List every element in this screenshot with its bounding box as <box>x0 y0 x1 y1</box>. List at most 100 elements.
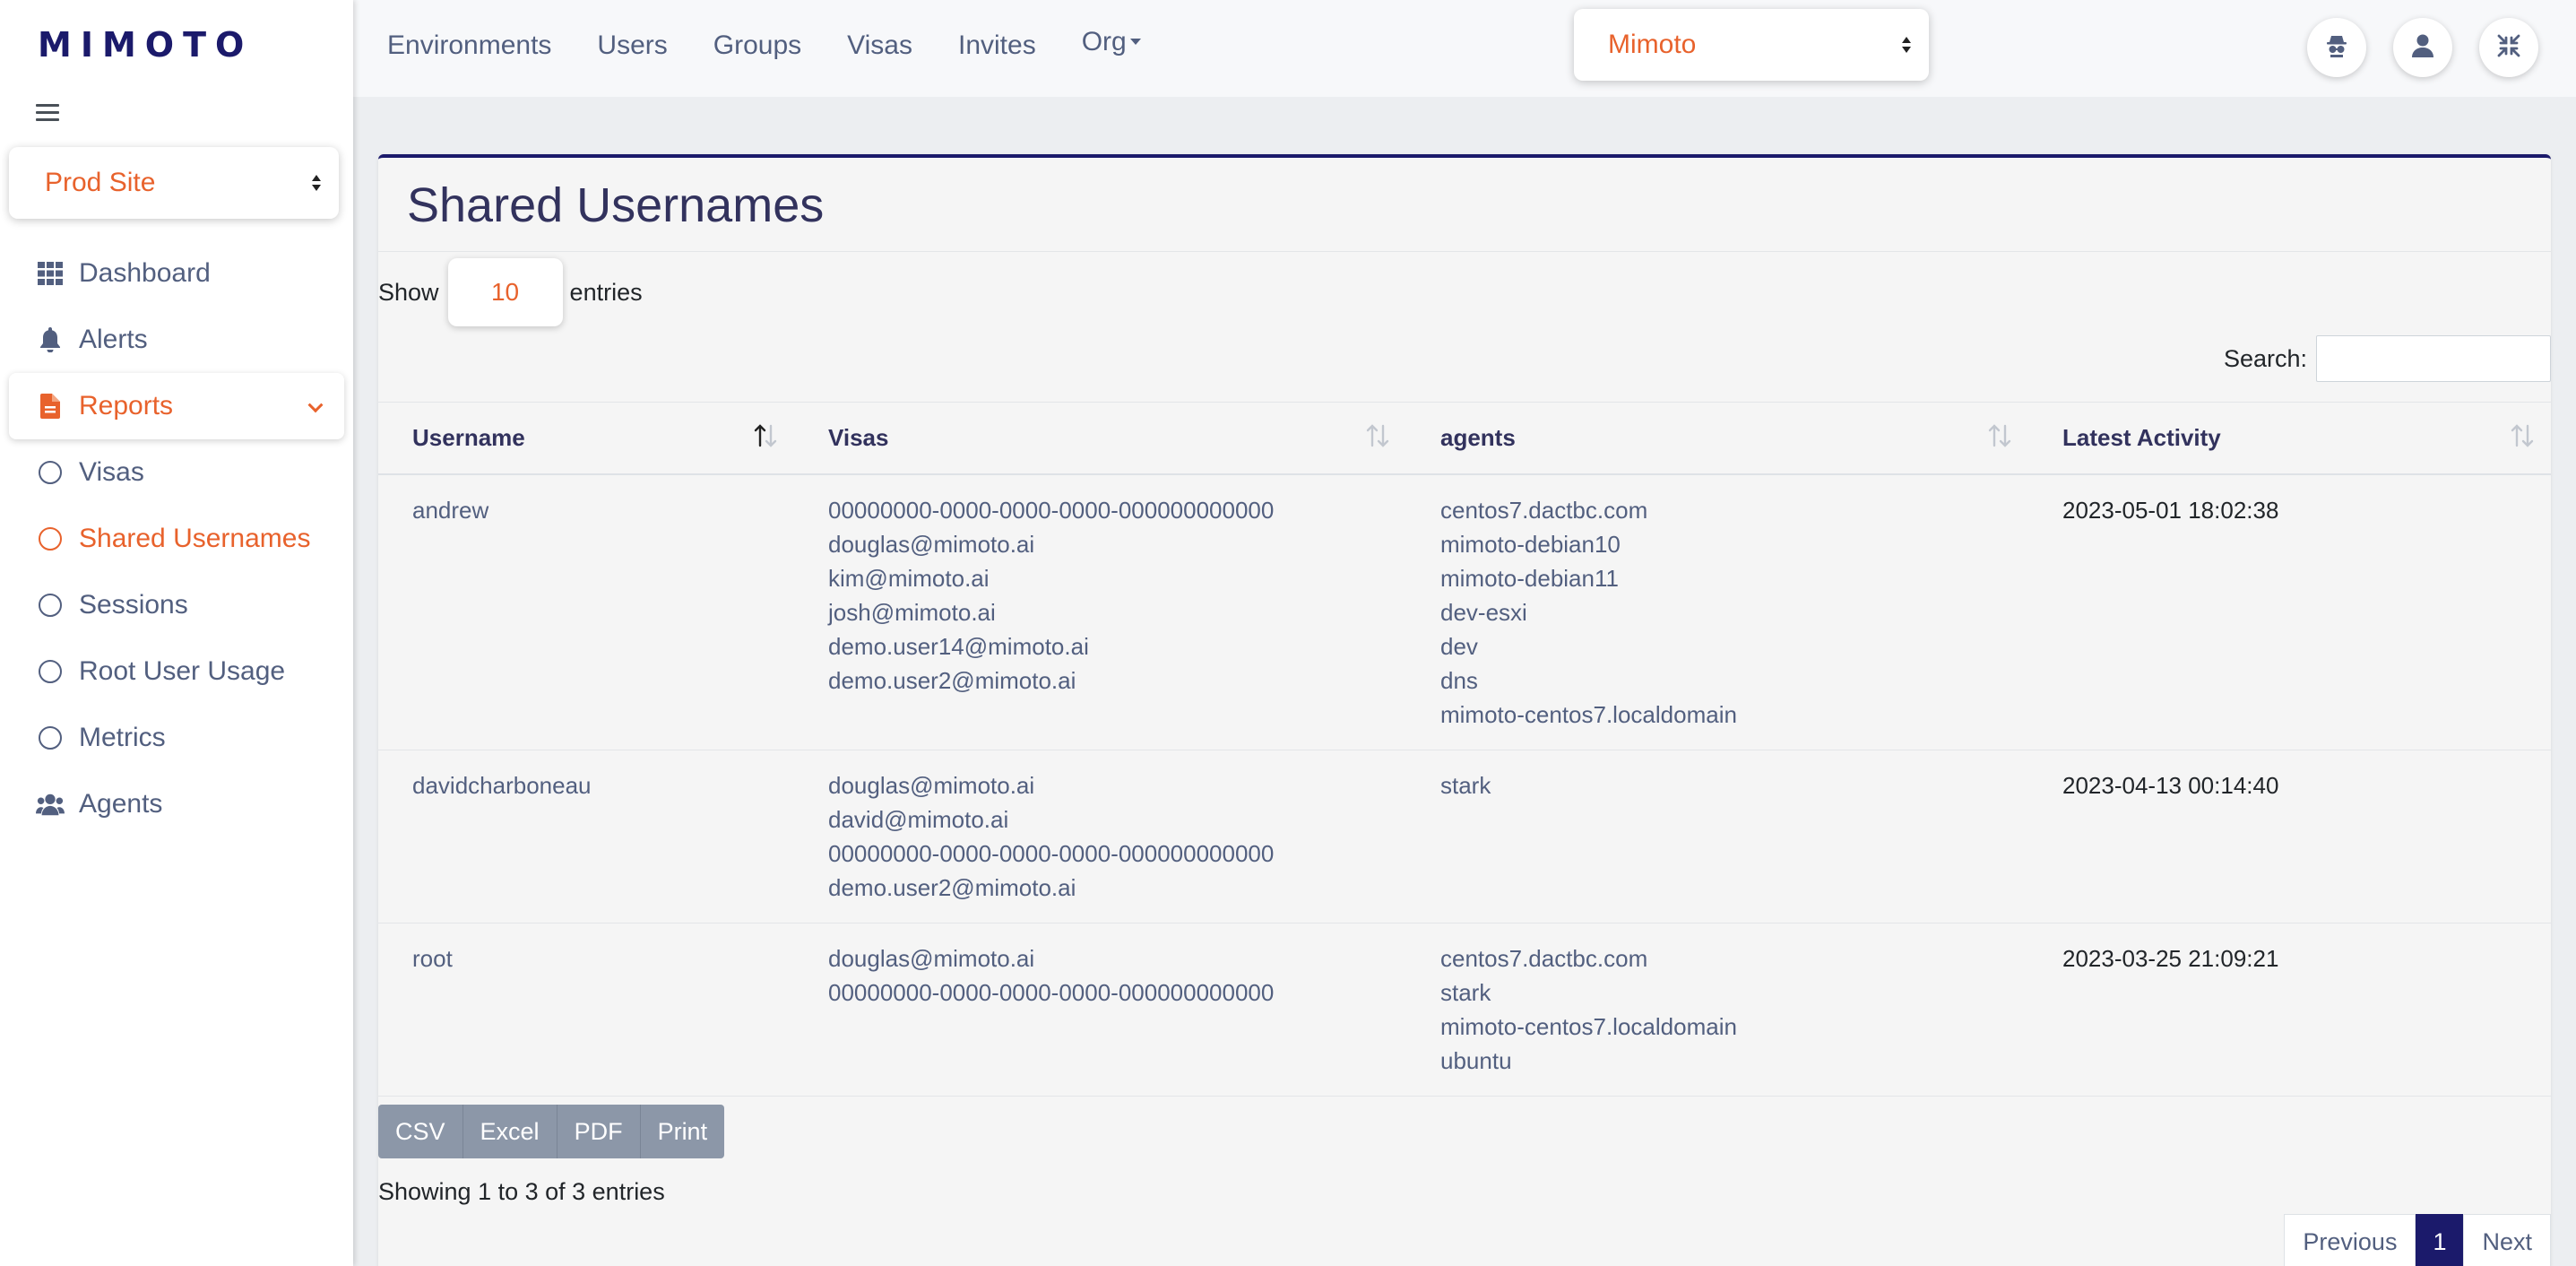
cell-agents: centos7.dactbc.com mimoto-debian10 mimot… <box>1406 473 2028 750</box>
visa-entry: douglas@mimoto.ai <box>828 530 1035 558</box>
visa-entry: 00000000-0000-0000-0000-000000000000 <box>828 978 1275 1006</box>
sort-icon <box>1365 422 1390 449</box>
sort-ascending-icon <box>753 422 778 449</box>
sort-icon <box>1987 422 2012 449</box>
sidebar-item-label: Shared Usernames <box>79 524 311 553</box>
pagination-previous[interactable]: Previous <box>2284 1214 2416 1266</box>
sidebar-item-sessions[interactable]: Sessions <box>0 572 353 638</box>
spy-button[interactable] <box>2307 18 2366 77</box>
pagination-next[interactable]: Next <box>2463 1214 2551 1266</box>
csv-export-button[interactable]: CSV <box>378 1105 463 1158</box>
site-select[interactable]: Prod Site <box>9 147 339 219</box>
table-body: andrew 00000000-0000-0000-0000-000000000… <box>378 473 2551 1097</box>
table-row: root douglas@mimoto.ai 00000000-0000-000… <box>378 923 2551 1097</box>
nav-link-invites[interactable]: Invites <box>958 30 1036 61</box>
sidebar-item-alerts[interactable]: Alerts <box>0 307 353 373</box>
visa-entry: kim@mimoto.ai <box>828 564 990 592</box>
top-nav-links: Environments Users Groups Visas Invites … <box>387 27 1187 61</box>
visa-entry: david@mimoto.ai <box>828 805 1009 833</box>
sidebar-item-metrics[interactable]: Metrics <box>0 705 353 771</box>
circle-icon <box>36 458 65 487</box>
agent-entry: dns <box>1440 666 1478 694</box>
cell-latest-activity: 2023-04-13 00:14:40 <box>2028 750 2551 923</box>
table-search: Search: <box>2224 335 2551 382</box>
visa-entry: demo.user2@mimoto.ai <box>828 666 1076 694</box>
org-label: Org <box>1081 27 1127 56</box>
nav-link-visas[interactable]: Visas <box>847 30 912 61</box>
divider <box>378 251 2551 252</box>
visa-entry: 00000000-0000-0000-0000-000000000000 <box>828 839 1275 867</box>
column-header-latest-activity[interactable]: Latest Activity <box>2028 402 2551 475</box>
sidebar-item-label: Root User Usage <box>79 656 286 686</box>
sidebar-item-agents[interactable]: Agents <box>0 771 353 837</box>
excel-export-button[interactable]: Excel <box>462 1105 558 1158</box>
search-label: Search: <box>2223 344 2307 372</box>
nav-link-groups[interactable]: Groups <box>713 30 801 61</box>
user-button[interactable] <box>2393 18 2452 77</box>
cell-username: andrew <box>378 473 794 750</box>
tenant-select[interactable]: Mimoto <box>1574 9 1929 81</box>
agent-entry: mimoto-centos7.localdomain <box>1440 1012 1737 1040</box>
chevron-down-icon <box>307 397 324 413</box>
column-header-label: agents <box>1440 423 1516 451</box>
sidebar-item-label: Metrics <box>79 723 166 752</box>
column-header-visas[interactable]: Visas <box>794 402 1406 475</box>
brand-logo[interactable]: MIMOTO <box>38 25 253 65</box>
table-row: davidcharboneau douglas@mimoto.ai david@… <box>378 750 2551 923</box>
circle-icon <box>36 724 65 752</box>
cell-latest-activity: 2023-03-25 21:09:21 <box>2028 923 2551 1097</box>
visa-entry: douglas@mimoto.ai <box>828 771 1035 799</box>
cell-visas: 00000000-0000-0000-0000-000000000000 dou… <box>794 473 1406 750</box>
user-icon <box>2412 34 2433 62</box>
site-select-value: Prod Site <box>45 168 156 197</box>
circle-icon <box>36 525 65 553</box>
cell-latest-activity: 2023-05-01 18:02:38 <box>2028 473 2551 750</box>
visa-entry: demo.user2@mimoto.ai <box>828 873 1076 901</box>
agent-entry: mimoto-debian10 <box>1440 530 1621 558</box>
page-title: Shared Usernames <box>407 178 825 232</box>
caret-down-icon <box>1129 38 1141 45</box>
top-navbar: Environments Users Groups Visas Invites … <box>353 0 2576 97</box>
show-label: Show <box>378 278 439 306</box>
entries-label: entries <box>569 278 643 306</box>
sidebar-item-label: Reports <box>79 391 174 421</box>
visa-entry: demo.user14@mimoto.ai <box>828 632 1089 660</box>
nav-link-users[interactable]: Users <box>597 30 667 61</box>
agent-entry: centos7.dactbc.com <box>1440 496 1648 524</box>
sidebar-item-label: Dashboard <box>79 258 211 288</box>
sidebar-item-shared-usernames[interactable]: Shared Usernames <box>0 506 353 572</box>
column-header-label: Username <box>412 423 525 451</box>
entries-per-page-select[interactable]: 10 <box>447 258 563 326</box>
select-caret-icon <box>312 174 321 192</box>
agent-entry: stark <box>1440 978 1491 1006</box>
compress-button[interactable] <box>2479 18 2538 77</box>
entries-per-page-value: 10 <box>490 278 520 306</box>
hamburger-menu-icon[interactable] <box>36 104 59 122</box>
visa-entry: 00000000-0000-0000-0000-000000000000 <box>828 496 1275 524</box>
bell-icon <box>36 325 65 354</box>
nav-dropdown-org[interactable]: Org <box>1082 27 1141 57</box>
sidebar-item-dashboard[interactable]: Dashboard <box>0 240 353 307</box>
print-button[interactable]: Print <box>640 1105 725 1158</box>
spy-icon <box>2325 34 2348 62</box>
circle-icon <box>36 591 65 620</box>
select-caret-icon <box>1902 36 1911 54</box>
column-header-username[interactable]: Username <box>378 402 794 475</box>
cell-visas: douglas@mimoto.ai 00000000-0000-0000-000… <box>794 923 1406 1097</box>
sidebar-item-label: Alerts <box>79 325 148 354</box>
sidebar-item-reports[interactable]: Reports <box>9 373 344 439</box>
nav-link-environments[interactable]: Environments <box>387 30 551 61</box>
grid-icon <box>36 259 65 288</box>
cell-visas: douglas@mimoto.ai david@mimoto.ai 000000… <box>794 750 1406 923</box>
column-header-agents[interactable]: agents <box>1406 402 2028 475</box>
pdf-export-button[interactable]: PDF <box>557 1105 641 1158</box>
sidebar-item-label: Sessions <box>79 590 188 620</box>
pagination-page[interactable]: 1 <box>2416 1214 2464 1266</box>
report-card: Shared Usernames Show 10 entries Search:… <box>378 154 2551 1266</box>
cell-username: davidcharboneau <box>378 750 794 923</box>
search-input[interactable] <box>2316 335 2551 382</box>
sidebar-item-visas[interactable]: Visas <box>0 439 353 506</box>
table-info: Showing 1 to 3 of 3 entries <box>378 1178 665 1205</box>
sidebar-item-root-user-usage[interactable]: Root User Usage <box>0 638 353 705</box>
table-row: andrew 00000000-0000-0000-0000-000000000… <box>378 473 2551 750</box>
